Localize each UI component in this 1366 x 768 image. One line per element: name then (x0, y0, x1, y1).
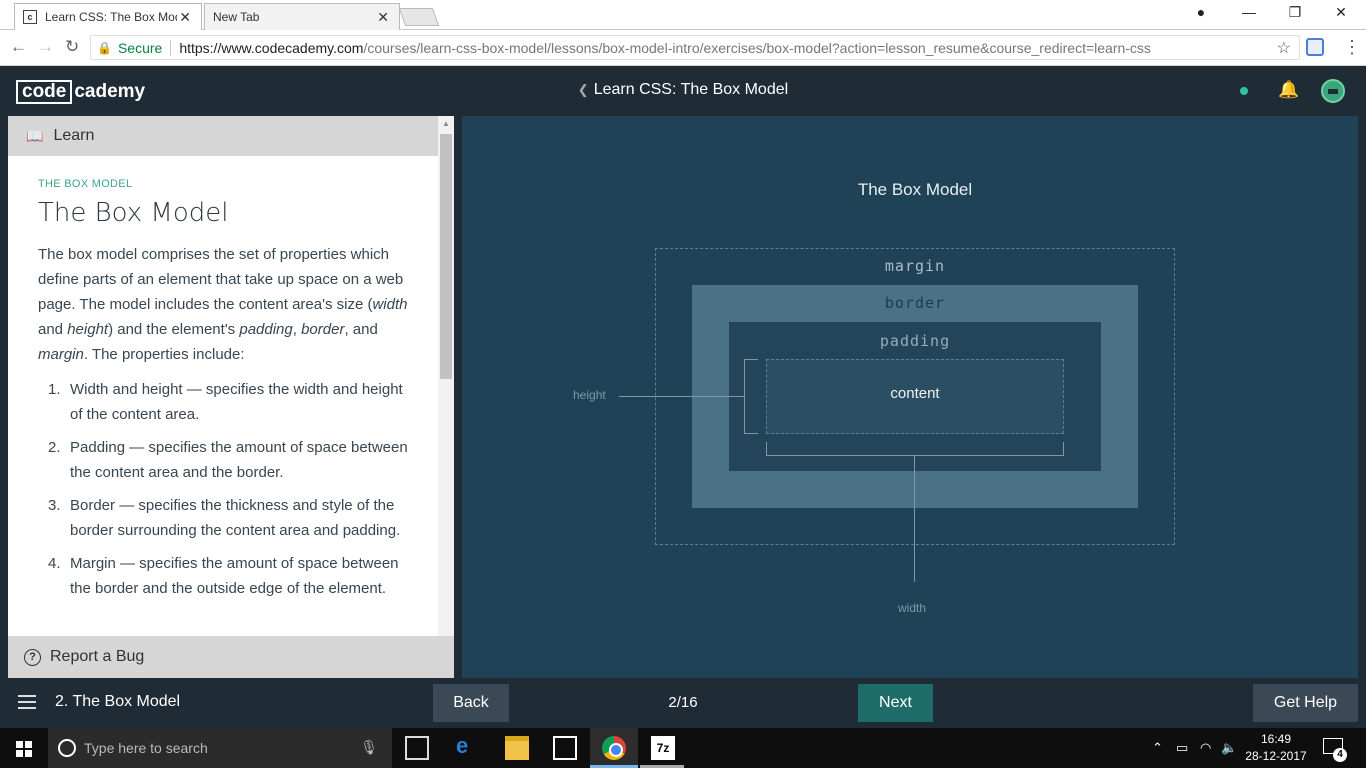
content-label: content (890, 385, 940, 402)
exercise-progress: 2/16 (668, 694, 698, 711)
volume-muted-icon[interactable]: 🔈 (1221, 740, 1237, 756)
close-tab-icon[interactable]: ✕ (377, 9, 389, 26)
edge-icon[interactable]: e (456, 733, 480, 758)
book-icon: 📖 (26, 127, 44, 144)
box-model-diagram-panel: The Box Model margin border padding cont… (462, 116, 1358, 678)
padding-label: padding (879, 332, 951, 350)
list-item: 3. Border — specifies the thickness and s… (48, 497, 401, 539)
search-placeholder: Type here to search (84, 740, 208, 756)
browser-tab-learn-css[interactable]: c Learn CSS: The Box Model ✕ (14, 3, 202, 30)
report-bug-button[interactable]: ? Report a Bug (8, 636, 454, 678)
margin-label: margin (884, 257, 946, 275)
learn-panel: 📖 Learn ▲ THE BOX MODEL The Box Model Th… (8, 116, 454, 678)
battery-icon[interactable]: ▭ (1176, 740, 1188, 756)
width-leader-line (914, 455, 915, 582)
extension-icon[interactable] (1306, 38, 1324, 56)
windows-taskbar: Type here to search 🎙 e 7z ⌃ ▭ ◠ 🔈 16:49… (0, 728, 1366, 768)
next-button[interactable]: Next (858, 684, 933, 722)
close-window-icon[interactable]: ✕ (1318, 4, 1364, 21)
taskbar-search-input[interactable]: Type here to search 🎙 (48, 728, 392, 768)
list-item: 2. Padding — specifies the amount of spac… (48, 439, 408, 481)
border-label: border (884, 294, 946, 312)
browser-tab-new-tab[interactable]: New Tab ✕ (204, 3, 400, 30)
question-icon: ? (24, 648, 41, 666)
url-input[interactable]: 🔒 Secure https://www.codecademy.com /cou… (90, 35, 1300, 60)
new-tab-button[interactable] (398, 8, 440, 26)
hamburger-menu-icon[interactable] (18, 695, 36, 709)
status-dot-icon (1240, 87, 1248, 95)
back-arrow-icon[interactable]: ← (10, 37, 27, 57)
minimize-icon[interactable]: — (1226, 4, 1272, 20)
forward-arrow-icon[interactable]: → (37, 37, 54, 57)
notification-count-badge: 4 (1333, 748, 1347, 762)
url-path: /courses/learn-css-box-model/lessons/box… (363, 39, 1151, 56)
get-help-button[interactable]: Get Help (1253, 684, 1358, 722)
height-bracket-line (744, 359, 745, 434)
properties-list: 1. Width and height — specifies the width… (38, 377, 410, 601)
codecademy-header: code cademy ❮ Learn CSS: The Box Model 🔔 (0, 66, 1366, 116)
file-explorer-icon[interactable] (505, 736, 529, 760)
chevron-left-icon: ❮ (577, 82, 589, 97)
windows-start-icon[interactable] (16, 741, 32, 757)
chrome-menu-icon[interactable]: ⋮ (1343, 37, 1361, 58)
report-bug-label: Report a Bug (50, 648, 145, 665)
exercise-title: The Box Model (38, 198, 229, 228)
bookmark-star-icon[interactable]: ☆ (1277, 38, 1291, 58)
lesson-action-bar: 2. The Box Model Back 2/16 Next Get Help (0, 678, 1366, 728)
divider (170, 39, 172, 56)
width-label: width (898, 601, 927, 615)
height-bracket-bottom (744, 433, 758, 434)
exercise-content: THE BOX MODEL The Box Model The box mode… (38, 178, 410, 636)
height-label: height (573, 388, 606, 402)
microphone-icon[interactable]: 🎙 (360, 739, 378, 756)
close-tab-icon[interactable]: ✕ (179, 9, 191, 26)
width-bracket-line (766, 455, 1064, 456)
back-button[interactable]: Back (433, 684, 509, 722)
course-title: Learn CSS: The Box Model (593, 81, 789, 98)
bell-icon[interactable]: 🔔 (1278, 80, 1299, 100)
scroll-up-arrow-icon[interactable]: ▲ (442, 119, 450, 128)
tab-title: New Tab (213, 10, 260, 24)
cortana-icon (58, 739, 76, 757)
tab-learn-label: Learn (53, 127, 95, 144)
taskbar-clock[interactable]: 16:49 28-12-2017 (1244, 731, 1308, 765)
url-host: https://www.codecademy.com (179, 39, 364, 56)
clock-time: 16:49 (1260, 732, 1292, 746)
tab-learn[interactable]: 📖 Learn (8, 116, 438, 156)
maximize-icon[interactable]: ❐ (1272, 4, 1318, 21)
task-view-icon[interactable] (405, 736, 429, 760)
address-bar: ← → ↻ 🔒 Secure https://www.codecademy.co… (0, 30, 1366, 66)
avatar[interactable] (1321, 79, 1345, 103)
height-leader-line (619, 396, 744, 397)
clock-date: 28-12-2017 (1245, 749, 1307, 763)
intro-paragraph: The box model comprises the set of prope… (38, 246, 408, 363)
lesson-eyebrow: THE BOX MODEL (38, 178, 133, 190)
7zip-icon[interactable]: 7z (651, 736, 675, 760)
lesson-name[interactable]: 2. The Box Model (55, 693, 180, 711)
course-title-link[interactable]: ❮ Learn CSS: The Box Model (0, 81, 1366, 99)
wifi-icon[interactable]: ◠ (1200, 740, 1211, 756)
list-item: 4. Margin — specifies the amount of space… (48, 555, 399, 597)
width-bracket-right (1063, 442, 1064, 456)
lock-icon: 🔒 (97, 40, 112, 55)
browser-tab-strip: c Learn CSS: The Box Model ✕ New Tab ✕ ●… (0, 0, 1366, 30)
list-item: 1. Width and height — specifies the width… (48, 381, 403, 423)
height-bracket-top (744, 359, 758, 360)
profile-icon[interactable]: ● (1178, 4, 1224, 20)
chrome-icon[interactable] (602, 736, 626, 760)
scrollbar-thumb[interactable] (440, 134, 452, 379)
store-icon[interactable] (553, 736, 577, 760)
tab-title: Learn CSS: The Box Model (45, 10, 177, 24)
reload-icon[interactable]: ↻ (65, 37, 79, 57)
diagram-title: The Box Model (857, 180, 973, 199)
width-bracket-left (766, 442, 767, 456)
codecademy-favicon-icon: c (23, 10, 37, 24)
secure-label: Secure (117, 39, 163, 56)
tray-chevron-up-icon[interactable]: ⌃ (1152, 740, 1163, 756)
